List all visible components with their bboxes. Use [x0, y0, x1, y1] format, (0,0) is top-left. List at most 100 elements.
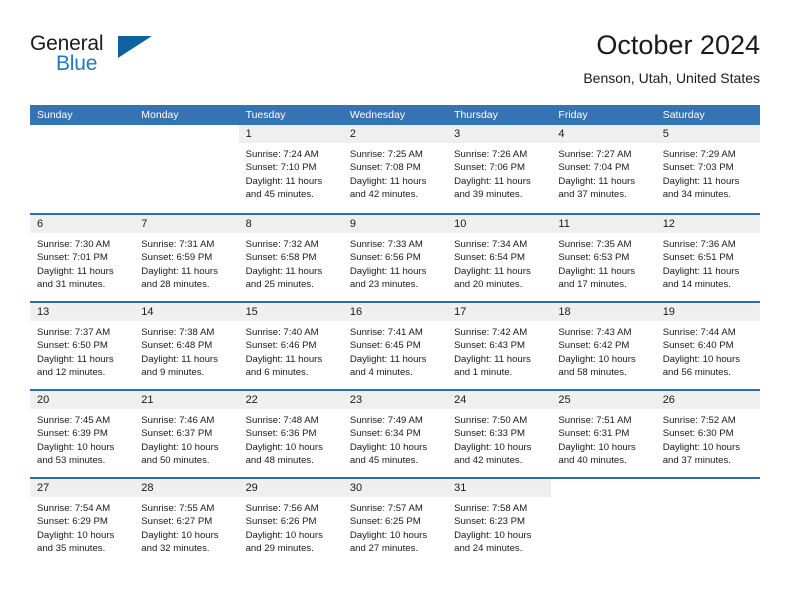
- day-cell-6[interactable]: 6 Sunrise: 7:30 AM Sunset: 7:01 PM Daylight…: [30, 215, 135, 301]
- day-number: 25: [551, 391, 656, 409]
- day-number: 11: [551, 215, 656, 233]
- day-cell-15[interactable]: 15 Sunrise: 7:40 AM Sunset: 6:46 PM Dayligh…: [238, 303, 343, 389]
- day-number: 10: [447, 215, 552, 233]
- sunset-text: Sunset: 6:43 PM: [454, 340, 526, 352]
- day-details: Sunrise: 7:42 AM Sunset: 6:43 PM Daylight:…: [447, 321, 551, 380]
- day-cell-20[interactable]: 20 Sunrise: 7:45 AM Sunset: 6:39 PM Dayligh…: [30, 391, 135, 477]
- sunset-text: Sunset: 6:58 PM: [245, 252, 317, 264]
- sunrise-text: Sunrise: 7:42 AM: [454, 327, 528, 338]
- day-details: [134, 143, 238, 148]
- day-details: Sunrise: 7:30 AM Sunset: 7:01 PM Daylight:…: [30, 233, 134, 292]
- day-cell-8[interactable]: 8 Sunrise: 7:32 AM Sunset: 6:58 PM Daylight…: [238, 215, 343, 301]
- sunset-text: Sunset: 7:10 PM: [245, 162, 317, 174]
- day-number: 15: [238, 303, 343, 321]
- calendar-week-row: 6 Sunrise: 7:30 AM Sunset: 7:01 PM Daylight…: [30, 213, 760, 301]
- daylight-text: and 45 minutes.: [245, 189, 314, 201]
- sunrise-text: Sunrise: 7:40 AM: [245, 327, 319, 338]
- daylight-text: Daylight: 10 hours: [37, 441, 115, 453]
- day-cell-27[interactable]: 27 Sunrise: 7:54 AM Sunset: 6:29 PM Dayligh…: [30, 479, 135, 565]
- daylight-text: Daylight: 10 hours: [454, 441, 532, 453]
- day-cell-1[interactable]: 1 Sunrise: 7:24 AM Sunset: 7:10 PM Daylight…: [238, 125, 343, 213]
- day-number: 19: [655, 303, 760, 321]
- day-cell-13[interactable]: 13 Sunrise: 7:37 AM Sunset: 6:50 PM Dayligh…: [30, 303, 135, 389]
- day-cell-31[interactable]: 31 Sunrise: 7:58 AM Sunset: 6:23 PM Dayligh…: [447, 479, 552, 565]
- weekday-header-monday: Monday: [141, 109, 179, 121]
- day-cell-28[interactable]: 28 Sunrise: 7:55 AM Sunset: 6:27 PM Dayligh…: [134, 479, 239, 565]
- daylight-text: Daylight: 11 hours: [558, 265, 636, 277]
- weekday-header-sunday: Sunday: [37, 109, 73, 121]
- day-cell-24[interactable]: 24 Sunrise: 7:50 AM Sunset: 6:33 PM Dayligh…: [447, 391, 552, 477]
- daylight-text: and 28 minutes.: [141, 279, 210, 291]
- day-cell-17[interactable]: 17 Sunrise: 7:42 AM Sunset: 6:43 PM Dayligh…: [447, 303, 552, 389]
- daylight-text: and 48 minutes.: [245, 455, 314, 467]
- day-cell-22[interactable]: 22 Sunrise: 7:48 AM Sunset: 6:36 PM Dayligh…: [238, 391, 343, 477]
- day-number: 14: [134, 303, 239, 321]
- daylight-text: Daylight: 10 hours: [454, 529, 532, 541]
- daylight-text: Daylight: 10 hours: [349, 529, 428, 541]
- daylight-text: Daylight: 11 hours: [558, 175, 636, 187]
- daylight-text: Daylight: 11 hours: [245, 265, 323, 277]
- sunset-text: Sunset: 6:46 PM: [245, 340, 317, 352]
- sunset-text: Sunset: 6:25 PM: [349, 516, 421, 528]
- sunset-text: Sunset: 6:54 PM: [454, 252, 526, 264]
- day-cell-2[interactable]: 2 Sunrise: 7:25 AM Sunset: 7:08 PM Daylight…: [342, 125, 448, 213]
- day-cell-empty: [30, 125, 134, 213]
- sunset-text: Sunset: 6:53 PM: [558, 252, 630, 264]
- sunrise-text: Sunrise: 7:30 AM: [37, 239, 111, 250]
- day-cell-29[interactable]: 29 Sunrise: 7:56 AM Sunset: 6:26 PM Dayligh…: [238, 479, 343, 565]
- daylight-text: and 34 minutes.: [662, 189, 731, 201]
- day-number: 28: [134, 479, 239, 497]
- daylight-text: and 20 minutes.: [454, 279, 523, 291]
- day-cell-empty: [656, 479, 760, 565]
- sunrise-text: Sunrise: 7:35 AM: [558, 239, 632, 250]
- day-number: 30: [342, 479, 448, 497]
- daylight-text: and 56 minutes.: [662, 367, 731, 379]
- day-cell-19[interactable]: 19 Sunrise: 7:44 AM Sunset: 6:40 PM Dayligh…: [655, 303, 760, 389]
- day-number: 29: [238, 479, 343, 497]
- daylight-text: Daylight: 11 hours: [141, 265, 218, 277]
- day-cell-11[interactable]: 11 Sunrise: 7:35 AM Sunset: 6:53 PM Dayligh…: [551, 215, 656, 301]
- sunset-text: Sunset: 6:36 PM: [245, 428, 317, 440]
- sunrise-text: Sunrise: 7:37 AM: [37, 327, 111, 338]
- day-cell-12[interactable]: 12 Sunrise: 7:36 AM Sunset: 6:51 PM Dayligh…: [655, 215, 760, 301]
- sunrise-text: Sunrise: 7:46 AM: [141, 415, 215, 426]
- day-details: Sunrise: 7:56 AM Sunset: 6:26 PM Daylight:…: [239, 497, 343, 556]
- day-cell-30[interactable]: 30 Sunrise: 7:57 AM Sunset: 6:25 PM Dayligh…: [342, 479, 448, 565]
- sunset-text: Sunset: 6:30 PM: [662, 428, 734, 440]
- day-cell-9[interactable]: 9 Sunrise: 7:33 AM Sunset: 6:56 PM Daylight…: [342, 215, 448, 301]
- sunrise-text: Sunrise: 7:52 AM: [662, 415, 736, 426]
- day-cell-4[interactable]: 4 Sunrise: 7:27 AM Sunset: 7:04 PM Daylight…: [551, 125, 656, 213]
- day-cell-7[interactable]: 7 Sunrise: 7:31 AM Sunset: 6:59 PM Daylight…: [134, 215, 239, 301]
- day-cell-21[interactable]: 21 Sunrise: 7:46 AM Sunset: 6:37 PM Dayligh…: [134, 391, 239, 477]
- sunset-text: Sunset: 6:59 PM: [141, 252, 213, 264]
- daylight-text: Daylight: 10 hours: [245, 441, 323, 453]
- daylight-text: Daylight: 11 hours: [662, 175, 740, 187]
- weekday-header-wednesday: Wednesday: [349, 109, 406, 121]
- day-cell-23[interactable]: 23 Sunrise: 7:49 AM Sunset: 6:34 PM Dayligh…: [342, 391, 448, 477]
- day-details: [30, 143, 134, 148]
- day-cell-3[interactable]: 3 Sunrise: 7:26 AM Sunset: 7:06 PM Daylight…: [447, 125, 552, 213]
- sunset-text: Sunset: 6:40 PM: [662, 340, 734, 352]
- day-cell-18[interactable]: 18 Sunrise: 7:43 AM Sunset: 6:42 PM Dayligh…: [551, 303, 656, 389]
- daylight-text: and 27 minutes.: [349, 543, 419, 555]
- day-details: Sunrise: 7:49 AM Sunset: 6:34 PM Daylight:…: [343, 409, 447, 468]
- day-cell-26[interactable]: 26 Sunrise: 7:52 AM Sunset: 6:30 PM Dayligh…: [655, 391, 760, 477]
- day-details: Sunrise: 7:32 AM Sunset: 6:58 PM Daylight:…: [239, 233, 343, 292]
- day-cell-10[interactable]: 10 Sunrise: 7:34 AM Sunset: 6:54 PM Dayligh…: [447, 215, 552, 301]
- day-number: 20: [30, 391, 135, 409]
- day-cell-16[interactable]: 16 Sunrise: 7:41 AM Sunset: 6:45 PM Dayligh…: [342, 303, 448, 389]
- daylight-text: Daylight: 10 hours: [141, 529, 219, 541]
- daylight-text: Daylight: 11 hours: [662, 265, 740, 277]
- day-cell-25[interactable]: 25 Sunrise: 7:51 AM Sunset: 6:31 PM Dayligh…: [551, 391, 656, 477]
- sunrise-text: Sunrise: 7:50 AM: [454, 415, 528, 426]
- daylight-text: Daylight: 11 hours: [454, 265, 531, 277]
- daylight-text: and 12 minutes.: [37, 367, 106, 379]
- daylight-text: and 50 minutes.: [141, 455, 210, 467]
- sunrise-text: Sunrise: 7:32 AM: [245, 239, 319, 250]
- general-blue-logo[interactable]: General Blue: [30, 32, 160, 84]
- day-cell-5[interactable]: 5 Sunrise: 7:29 AM Sunset: 7:03 PM Daylight…: [655, 125, 760, 213]
- weekday-header-row: Sunday Monday Tuesday Wednesday Thursday Frid…: [30, 105, 760, 125]
- day-cell-14[interactable]: 14 Sunrise: 7:38 AM Sunset: 6:48 PM Dayligh…: [134, 303, 239, 389]
- day-details: Sunrise: 7:44 AM Sunset: 6:40 PM Daylight:…: [656, 321, 760, 380]
- day-number: 12: [655, 215, 760, 233]
